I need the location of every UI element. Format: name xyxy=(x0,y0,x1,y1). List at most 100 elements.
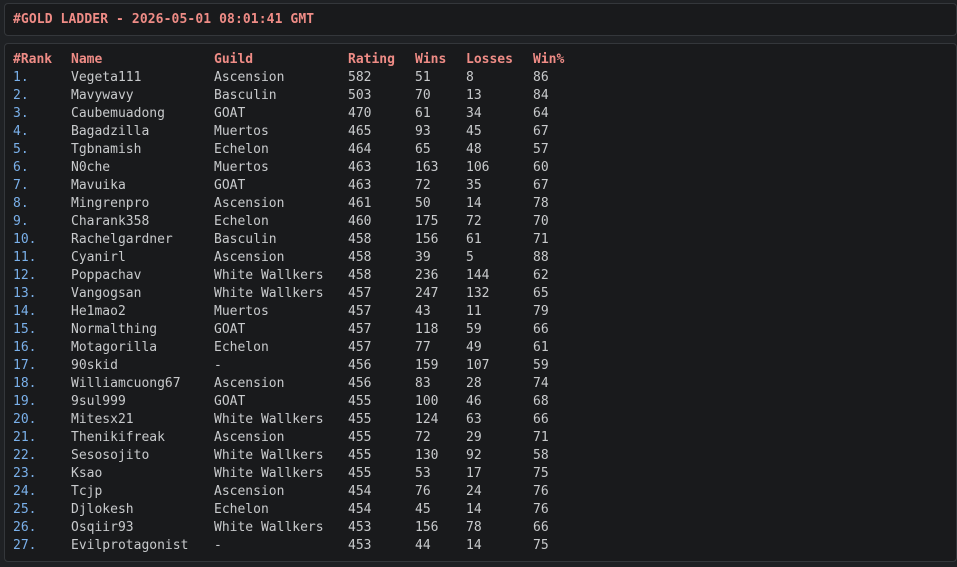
rank-cell: 1. xyxy=(13,70,29,85)
losses-cell: 28 xyxy=(466,376,482,391)
rating-cell: 456 xyxy=(348,376,372,391)
guild-cell: Basculin xyxy=(214,88,277,103)
name-cell: Mavywavy xyxy=(71,88,134,103)
win-percent-cell: 59 xyxy=(533,358,549,373)
name-cell: Ksao xyxy=(71,466,103,481)
table-row: 26. Osqiir93 White Wallkers 453 156 78 66 xyxy=(5,519,956,537)
rank-cell: 7. xyxy=(13,178,29,193)
wins-cell: 65 xyxy=(415,142,431,157)
table-row: 13. Vangogsan White Wallkers 457 247 132 65 xyxy=(5,285,956,303)
win-percent-cell: 71 xyxy=(533,430,549,445)
win-percent-cell: 68 xyxy=(533,394,549,409)
name-cell: Osqiir93 xyxy=(71,520,134,535)
wins-cell: 43 xyxy=(415,304,431,319)
guild-cell: White Wallkers xyxy=(214,286,324,301)
table-row: 16. Motagorilla Echelon 457 77 49 61 xyxy=(5,339,956,357)
rank-cell: 18. xyxy=(13,376,37,391)
wins-cell: 39 xyxy=(415,250,431,265)
win-percent-cell: 64 xyxy=(533,106,549,121)
win-percent-cell: 86 xyxy=(533,70,549,85)
guild-cell: Echelon xyxy=(214,502,269,517)
table-row: 19. 9sul999 GOAT 455 100 46 68 xyxy=(5,393,956,411)
table-row: 21. Thenikifreak Ascension 455 72 29 71 xyxy=(5,429,956,447)
rank-cell: 5. xyxy=(13,142,29,157)
wins-cell: 77 xyxy=(415,340,431,355)
wins-cell: 72 xyxy=(415,430,431,445)
losses-cell: 11 xyxy=(466,304,482,319)
win-percent-cell: 67 xyxy=(533,178,549,193)
rating-cell: 453 xyxy=(348,538,372,553)
name-cell: He1mao2 xyxy=(71,304,126,319)
rank-cell: 2. xyxy=(13,88,29,103)
losses-cell: 132 xyxy=(466,286,490,301)
guild-cell: White Wallkers xyxy=(214,520,324,535)
rating-cell: 582 xyxy=(348,70,372,85)
name-cell: Mingrenpro xyxy=(71,196,150,211)
table-row: 5. Tgbnamish Echelon 464 65 48 57 xyxy=(5,141,956,159)
table-row: 27. Evilprotagonist - 453 44 14 75 xyxy=(5,537,956,555)
guild-cell: White Wallkers xyxy=(214,448,324,463)
rating-cell: 458 xyxy=(348,268,372,283)
win-percent-cell: 71 xyxy=(533,232,549,247)
table-row: 10. Rachelgardner Basculin 458 156 61 71 xyxy=(5,231,956,249)
losses-cell: 63 xyxy=(466,412,482,427)
table-row: 17. 90skid - 456 159 107 59 xyxy=(5,357,956,375)
guild-cell: Ascension xyxy=(214,70,285,85)
losses-cell: 17 xyxy=(466,466,482,481)
rank-cell: 3. xyxy=(13,106,29,121)
rating-cell: 460 xyxy=(348,214,372,229)
losses-cell: 13 xyxy=(466,88,482,103)
guild-cell: Echelon xyxy=(214,340,269,355)
wins-cell: 130 xyxy=(415,448,439,463)
table-row: 24. Tcjp Ascension 454 76 24 76 xyxy=(5,483,956,501)
wins-cell: 72 xyxy=(415,178,431,193)
losses-cell: 144 xyxy=(466,268,490,283)
rating-cell: 458 xyxy=(348,250,372,265)
win-percent-cell: 88 xyxy=(533,250,549,265)
rating-cell: 455 xyxy=(348,412,372,427)
losses-cell: 34 xyxy=(466,106,482,121)
name-cell: Vegeta111 xyxy=(71,70,142,85)
losses-cell: 35 xyxy=(466,178,482,193)
table-row: 8. Mingrenpro Ascension 461 50 14 78 xyxy=(5,195,956,213)
wins-cell: 100 xyxy=(415,394,439,409)
name-cell: Tgbnamish xyxy=(71,142,142,157)
name-cell: Mavuika xyxy=(71,178,126,193)
rating-cell: 454 xyxy=(348,502,372,517)
guild-cell: Ascension xyxy=(214,430,285,445)
rank-cell: 12. xyxy=(13,268,37,283)
win-percent-cell: 75 xyxy=(533,466,549,481)
wins-cell: 175 xyxy=(415,214,439,229)
wins-cell: 236 xyxy=(415,268,439,283)
table-header-row: #Rank Name Guild Rating Wins Losses Win% xyxy=(5,51,956,69)
ladder-table: #Rank Name Guild Rating Wins Losses Win%… xyxy=(4,43,957,562)
column-header-wins: Wins xyxy=(415,52,447,67)
wins-cell: 156 xyxy=(415,520,439,535)
name-cell: Motagorilla xyxy=(71,340,158,355)
losses-cell: 59 xyxy=(466,322,482,337)
wins-cell: 247 xyxy=(415,286,439,301)
wins-cell: 124 xyxy=(415,412,439,427)
name-cell: Williamcuong67 xyxy=(71,376,181,391)
name-cell: Normalthing xyxy=(71,322,158,337)
column-header-rank: #Rank xyxy=(13,52,53,67)
losses-cell: 8 xyxy=(466,70,474,85)
name-cell: Bagadzilla xyxy=(71,124,150,139)
losses-cell: 24 xyxy=(466,484,482,499)
wins-cell: 156 xyxy=(415,232,439,247)
rating-cell: 455 xyxy=(348,466,372,481)
table-row: 3. Caubemuadong GOAT 470 61 34 64 xyxy=(5,105,956,123)
win-percent-cell: 84 xyxy=(533,88,549,103)
rank-cell: 6. xyxy=(13,160,29,175)
win-percent-cell: 66 xyxy=(533,412,549,427)
wins-cell: 51 xyxy=(415,70,431,85)
rank-cell: 19. xyxy=(13,394,37,409)
rank-cell: 25. xyxy=(13,502,37,517)
guild-cell: Ascension xyxy=(214,376,285,391)
table-row: 22. Sesosojito White Wallkers 455 130 92 58 xyxy=(5,447,956,465)
table-row: 11. Cyanirl Ascension 458 39 5 88 xyxy=(5,249,956,267)
rating-cell: 454 xyxy=(348,484,372,499)
guild-cell: White Wallkers xyxy=(214,268,324,283)
table-row: 20. Mitesx21 White Wallkers 455 124 63 66 xyxy=(5,411,956,429)
rank-cell: 8. xyxy=(13,196,29,211)
